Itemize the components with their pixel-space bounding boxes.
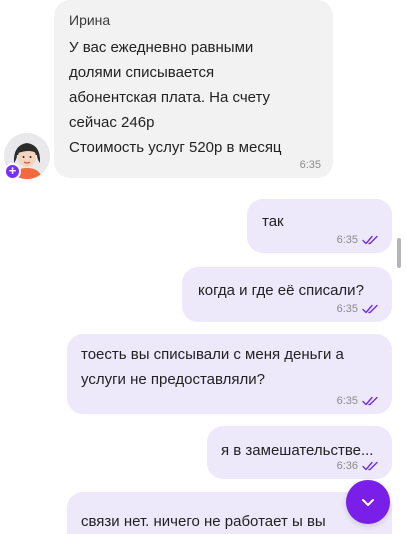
- message-text: связи нет. ничего не работает ы вы: [81, 513, 326, 530]
- message-time: 6:35: [299, 159, 321, 171]
- message-time: 6:36: [336, 460, 358, 472]
- double-check-icon: [362, 396, 378, 406]
- message-outgoing: связи нет. ничего не работает ы вы: [67, 492, 392, 534]
- message-text: когда и где её списали?: [198, 282, 364, 299]
- message-outgoing: я в замешательстве... 6:36: [207, 426, 392, 479]
- message-author: Ирина: [69, 12, 111, 28]
- chat-area: Ирина У вас ежедневно равными долями спи…: [0, 0, 406, 534]
- double-check-icon: [362, 235, 378, 245]
- message-meta: 6:35: [337, 302, 380, 316]
- plus-icon[interactable]: +: [4, 163, 21, 180]
- scrollbar-thumb[interactable]: [397, 238, 401, 268]
- scroll-to-bottom-button[interactable]: [346, 480, 390, 524]
- message-time: 6:35: [336, 234, 358, 246]
- message-text: У вас ежедневно равными долями списывает…: [69, 39, 282, 156]
- operator-avatar[interactable]: +: [4, 133, 50, 180]
- double-check-icon: [362, 461, 378, 471]
- message-meta: 6:35: [300, 158, 321, 172]
- message-meta: 6:35: [337, 233, 380, 247]
- message-time: 6:35: [336, 395, 358, 407]
- message-outgoing: тоесть вы списывали с меня деньги а услу…: [67, 334, 392, 414]
- chevron-down-icon: [362, 499, 374, 506]
- message-time: 6:35: [336, 303, 358, 315]
- double-check-icon: [362, 304, 378, 314]
- message-meta: 6:36: [337, 459, 380, 473]
- message-meta: 6:35: [337, 394, 380, 408]
- message-outgoing: так 6:35: [247, 199, 392, 253]
- message-text: так: [262, 213, 284, 230]
- message-text: тоесть вы списывали с меня деньги а услу…: [81, 346, 344, 388]
- message-outgoing: когда и где её списали? 6:35: [182, 267, 392, 322]
- message-incoming: Ирина У вас ежедневно равными долями спи…: [54, 0, 333, 178]
